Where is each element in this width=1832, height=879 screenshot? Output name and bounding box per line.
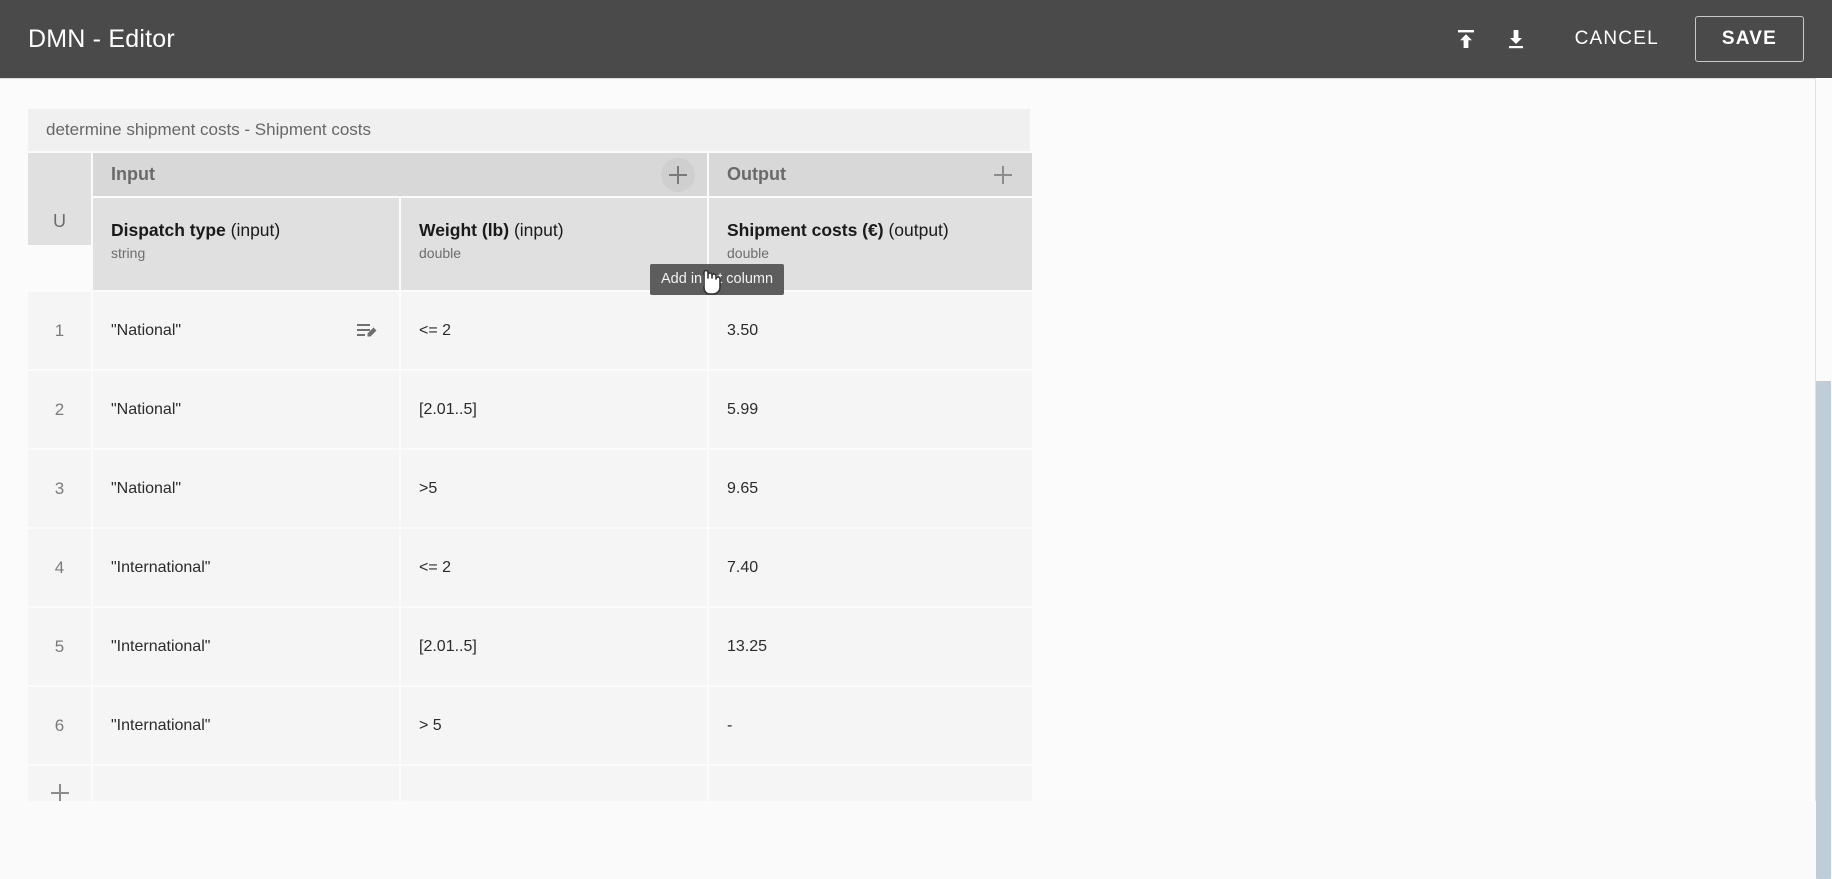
input-group-label: Input xyxy=(111,164,155,184)
download-icon xyxy=(1504,27,1528,51)
column-name: Shipment costs (€) (output) xyxy=(727,220,1032,242)
plus-icon xyxy=(669,165,687,184)
expression-editor-icon[interactable] xyxy=(357,321,379,341)
table-row: 4 "International" <= 2 7.40 xyxy=(28,529,1032,606)
cell-weight[interactable]: > 5 xyxy=(401,687,707,764)
page-title: DMN - Editor xyxy=(28,24,175,53)
cell-weight[interactable]: <= 2 xyxy=(401,529,707,606)
save-button[interactable]: SAVE xyxy=(1694,16,1804,62)
table-row: 6 "International" > 5- xyxy=(28,687,1032,764)
table-row: 1 "National" <= 2 3.50 xyxy=(28,292,1032,369)
add-row-row xyxy=(28,766,1032,801)
cell-shipment-costs[interactable]: 5.99 xyxy=(709,371,1032,448)
row-number-cell[interactable]: 1 xyxy=(28,292,91,369)
cell-shipment-costs[interactable]: - xyxy=(709,687,1032,764)
add-input-column-button[interactable] xyxy=(661,157,695,192)
cell-dispatch-type[interactable]: "National" xyxy=(93,292,399,369)
cell-weight[interactable]: <= 2 xyxy=(401,292,707,369)
column-type: double xyxy=(419,244,462,261)
group-header-row: Input Output xyxy=(28,153,1032,196)
output-group-label: Output xyxy=(727,164,786,184)
row-number-cell[interactable]: 4 xyxy=(28,529,91,606)
column-header-dispatch-type[interactable]: Dispatch type (input) string xyxy=(93,198,399,290)
cell-shipment-costs[interactable]: 7.40 xyxy=(709,529,1032,606)
add-row-blank-cell xyxy=(401,766,707,801)
row-number-cell[interactable]: 5 xyxy=(28,608,91,685)
column-kind-text: (input) xyxy=(513,220,564,240)
top-toolbar: DMN - Editor CANCEL SAVE xyxy=(0,0,1832,78)
cell-weight[interactable]: [2.01..5] xyxy=(401,608,707,685)
plus-icon xyxy=(994,165,1012,184)
plus-icon xyxy=(50,784,69,801)
add-row-blank-cell xyxy=(93,766,399,801)
cell-weight[interactable]: >5 xyxy=(401,450,707,527)
add-output-column-button[interactable] xyxy=(986,158,1020,192)
cell-dispatch-type[interactable]: "International" xyxy=(93,687,399,764)
cell-shipment-costs[interactable]: 3.50 xyxy=(709,292,1032,369)
input-group-header: Input xyxy=(93,153,707,196)
table-row: 2 "National" [2.01..5] 5.99 xyxy=(28,371,1032,448)
cancel-button[interactable]: CANCEL xyxy=(1553,18,1681,60)
cell-dispatch-type[interactable]: "International" xyxy=(93,608,399,685)
upload-button[interactable] xyxy=(1441,14,1491,64)
column-type: string xyxy=(111,244,146,261)
table-row: 5 "International" [2.01..5] 13.25 xyxy=(28,608,1032,685)
column-header-weight[interactable]: Weight (lb) (input) double xyxy=(401,198,707,290)
column-name-text: Weight (lb) xyxy=(419,220,510,240)
column-kind-text: (output) xyxy=(888,220,949,240)
add-row-blank-cell xyxy=(709,766,1032,801)
column-name: Dispatch type (input) xyxy=(111,220,399,242)
column-name-text: Dispatch type xyxy=(111,220,226,240)
decision-table: determine shipment costs - Shipment cost… xyxy=(28,109,1032,801)
table-body: 1 "National" <= 2 3.50 2 "National" [2.01..5] 5… xyxy=(28,292,1032,764)
cell-dispatch-type[interactable]: "International" xyxy=(93,529,399,606)
editor-canvas: determine shipment costs - Shipment cost… xyxy=(0,78,1832,801)
add-rule-button[interactable] xyxy=(28,766,91,801)
output-group-header: Output xyxy=(709,153,1032,196)
upload-icon xyxy=(1454,27,1478,51)
decision-name-banner[interactable]: determine shipment costs - Shipment cost… xyxy=(28,109,1030,153)
vertical-scrollbar-track[interactable] xyxy=(1815,78,1832,879)
column-kind-text: (input) xyxy=(230,220,281,240)
row-number-cell[interactable]: 2 xyxy=(28,371,91,448)
download-button[interactable] xyxy=(1491,14,1541,64)
vertical-scrollbar-thumb[interactable] xyxy=(1816,381,1831,879)
cell-shipment-costs[interactable]: 13.25 xyxy=(709,608,1032,685)
hit-policy-cell[interactable]: U xyxy=(28,153,91,245)
column-name: Weight (lb) (input) xyxy=(419,220,707,242)
hit-policy-label: U xyxy=(53,211,66,231)
column-header-row: U Dispatch type (input) string Weight (l… xyxy=(28,153,1032,290)
cell-weight[interactable]: [2.01..5] xyxy=(401,371,707,448)
row-number-cell[interactable]: 3 xyxy=(28,450,91,527)
cell-dispatch-type[interactable]: "National" xyxy=(93,450,399,527)
row-number-cell[interactable]: 6 xyxy=(28,687,91,764)
decision-table-grid: Input Output U Dispatch type (input) str… xyxy=(28,153,1032,801)
column-type: double xyxy=(727,244,770,261)
cell-shipment-costs[interactable]: 9.65 xyxy=(709,450,1032,527)
table-row: 3 "National" >5 9.65 xyxy=(28,450,1032,527)
column-name-text: Shipment costs (€) xyxy=(727,220,884,240)
toolbar-actions: CANCEL SAVE xyxy=(1441,14,1806,64)
column-header-shipment-costs[interactable]: Shipment costs (€) (output) double xyxy=(709,198,1032,290)
cell-dispatch-type[interactable]: "National" xyxy=(93,371,399,448)
